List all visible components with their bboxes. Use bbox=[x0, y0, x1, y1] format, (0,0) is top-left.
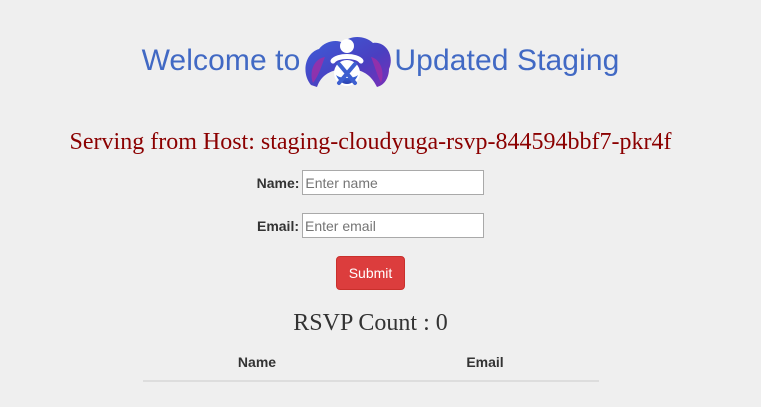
name-row: Name: bbox=[0, 170, 741, 195]
email-label: Email: bbox=[256, 217, 299, 234]
name-input[interactable] bbox=[302, 170, 485, 195]
welcome-suffix: Updated Staging bbox=[394, 44, 620, 77]
welcome-prefix: Welcome to bbox=[141, 44, 301, 77]
table-header-row: Name Email bbox=[143, 348, 599, 382]
column-header-name: Name bbox=[143, 348, 371, 382]
email-row: Email: bbox=[0, 213, 741, 238]
name-label: Name: bbox=[256, 174, 300, 191]
rsvp-count: RSVP Count : 0 bbox=[293, 310, 448, 336]
submit-button[interactable]: Submit bbox=[336, 256, 405, 290]
email-input[interactable] bbox=[302, 213, 484, 238]
page-header: Welcome to Updated Staging bbox=[0, 32, 761, 90]
rsvp-table: Name Email bbox=[143, 348, 599, 382]
cloudyuga-logo-icon bbox=[305, 37, 392, 87]
submit-wrap: Submit bbox=[0, 256, 741, 290]
host-info: Serving from Host: staging-cloudyuga-rsv… bbox=[69, 129, 672, 155]
column-header-email: Email bbox=[371, 348, 599, 382]
